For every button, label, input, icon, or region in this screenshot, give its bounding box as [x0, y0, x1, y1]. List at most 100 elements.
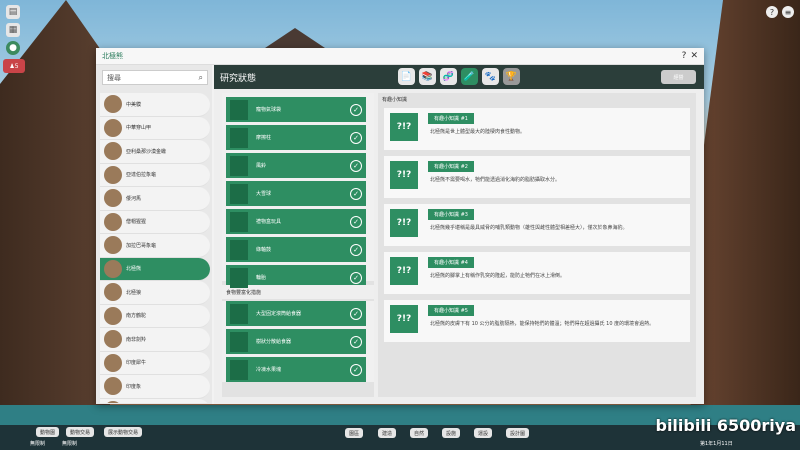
research-item[interactable]: 摩擦柱 ✓ [226, 125, 366, 150]
status-research: 無限制 [62, 441, 78, 447]
item-label: 大雪球 [256, 191, 272, 197]
check-icon: ✓ [350, 271, 362, 284]
help-button[interactable]: ? [682, 51, 687, 61]
check-icon: ✓ [350, 363, 362, 376]
item-thumbnail [230, 211, 248, 232]
animal-list-item[interactable]: 亞達伯拉象龜 [100, 163, 210, 187]
alert-icon[interactable]: ♟ 5 [3, 59, 25, 73]
zoo-button[interactable]: 動物園 [36, 427, 60, 437]
build-button[interactable]: 建造 [378, 428, 397, 438]
transport-button[interactable]: 運設 [474, 428, 493, 438]
animal-list-item[interactable]: 中美貘 [100, 93, 210, 117]
research-item[interactable]: 大型固定滾筒給食器 ✓ [226, 301, 366, 326]
category-tab-3[interactable]: 🧪 [461, 68, 478, 85]
animal-list-item[interactable]: 北極狼 [100, 281, 210, 305]
blueprint-button[interactable]: 設計圖 [506, 428, 530, 438]
category-tab-2[interactable]: 🧬 [440, 68, 457, 85]
park-button[interactable]: 園區 [345, 428, 364, 438]
check-icon: ✓ [350, 131, 362, 144]
manage-button[interactable]: 經營 [661, 70, 696, 84]
facility-button[interactable]: 設施 [442, 428, 461, 438]
research-item[interactable]: 寵物氣球袋 ✓ [226, 97, 366, 122]
left-hud: ▤ ▦ ● ♟ 5 [3, 2, 25, 77]
category-tab-0[interactable]: 📄 [398, 68, 415, 85]
animal-list-item[interactable]: 倭河馬 [100, 187, 210, 211]
trivia-column: 有趣小知識 ?!? 有趣小知識 #1 北極熊是世上體型最大的陸棲肉食性動物。?!? 有… [378, 93, 696, 397]
animal-list: 中美貘中華穿山甲 亞利桑那沙漠金蠍 亞達伯拉象龜 倭河馬僧帽猩猩加拉巴哥象龜北極熊北極… [98, 93, 210, 403]
research-header: 研究狀態 📄 📚 🧬 🧪 🐾 🏆 經營 [214, 65, 704, 89]
panel-title: 北極熊 [102, 52, 123, 60]
trivia-card: ?!? 有趣小知識 #4 北極熊的腳掌上有稱作乳突的隆起，能防止牠們在冰上滑倒。 [384, 252, 690, 294]
search-input[interactable]: 搜尋 ⌕ [102, 70, 208, 85]
trivia-badge-icon: ?!? [390, 113, 418, 141]
exhibit-trade-button[interactable]: 展示動物交易 [104, 427, 143, 437]
animal-name: 印度犀牛 [126, 360, 147, 367]
animal-list-item[interactable]: 北極熊 [100, 257, 210, 281]
research-item[interactable]: 大雪球 ✓ [226, 181, 366, 206]
trivia-heading: 有趣小知識 [382, 96, 408, 103]
category-tab-4[interactable]: 🐾 [482, 68, 499, 85]
trivia-badge-icon: ?!? [390, 209, 418, 237]
item-label: 輪胎 [256, 275, 267, 281]
animal-name: 南非劍羚 [126, 336, 147, 343]
animal-trade-button[interactable]: 動物交易 [66, 427, 95, 437]
trivia-title: 有趣小知識 #3 [428, 209, 474, 220]
animal-avatar [104, 259, 122, 278]
animal-list-item[interactable]: 中華穿山甲 [100, 116, 210, 140]
watermark: bilibili 6500riya [655, 416, 796, 435]
animal-name: 北極熊 [126, 266, 142, 273]
animal-list-item[interactable]: 南方鶴駝 [100, 304, 210, 328]
item-label: 寵物氣球袋 [256, 107, 282, 113]
research-item[interactable]: 禮物盒玩具 ✓ [226, 209, 366, 234]
check-icon: ✓ [350, 159, 362, 172]
check-icon: ✓ [350, 307, 362, 320]
research-item[interactable]: 風鈴 ✓ [226, 153, 366, 178]
trivia-list: ?!? 有趣小知識 #1 北極熊是世上體型最大的陸棲肉食性動物。?!? 有趣小知識 #… [378, 108, 696, 342]
animal-panel: 北極熊 ? ✕ 搜尋 ⌕ 中美貘中華穿山甲 亞利桑那沙漠金蠍 亞達伯拉象龜 倭河馬僧帽… [96, 48, 704, 404]
search-icon[interactable]: ⌕ [199, 73, 203, 83]
animal-avatar [104, 165, 122, 184]
animal-name: 中美貘 [126, 101, 142, 108]
animal-list-item[interactable]: 南非劍羚 [100, 328, 210, 352]
animal-list-item[interactable]: 印度象 [100, 375, 210, 399]
category-tab-1[interactable]: 📚 [419, 68, 436, 85]
item-thumbnail [230, 267, 248, 288]
alert-count: 5 [14, 62, 19, 70]
animal-list-item[interactable]: 印度犀牛 [100, 351, 210, 375]
animal-list-item[interactable]: 加拉巴哥象龜 [100, 234, 210, 258]
status-money: 無限制 [30, 441, 46, 447]
animal-list-item[interactable]: 叉角羚 [100, 398, 210, 403]
trivia-card: ?!? 有趣小知識 #5 北極熊的皮膚下有 10 公分的脂肪隔熱，能保持牠們的體溫；… [384, 300, 690, 342]
calendar-icon[interactable]: ▦ [6, 23, 20, 37]
item-thumbnail [230, 99, 248, 120]
close-button[interactable]: ✕ [690, 51, 698, 61]
category-tab-5[interactable]: 🏆 [503, 68, 520, 85]
animal-name: 僧帽猩猩 [126, 219, 147, 226]
menu-icon[interactable]: ≡ [782, 6, 794, 18]
check-icon: ✓ [350, 243, 362, 256]
toolbox-icon[interactable]: ▤ [6, 5, 20, 19]
trivia-description: 北極熊是世上體型最大的陸棲肉食性動物。 [430, 129, 526, 135]
item-thumbnail [230, 127, 248, 148]
category-tabs: 📄 📚 🧬 🧪 🐾 🏆 [398, 68, 520, 85]
research-item[interactable]: 冷凍水果塊 ✓ [226, 357, 366, 382]
item-label: 冷凍水果塊 [256, 367, 282, 373]
paw-icon[interactable]: ● [6, 41, 20, 55]
animal-list-item[interactable]: 亞利桑那沙漠金蠍 [100, 140, 210, 164]
item-label: 禮物盒玩具 [256, 219, 282, 225]
animal-list-item[interactable]: 僧帽猩猩 [100, 210, 210, 234]
trivia-badge-icon: ?!? [390, 161, 418, 189]
animal-avatar [104, 189, 122, 208]
animal-list-column: 搜尋 ⌕ 中美貘中華穿山甲 亞利桑那沙漠金蠍 亞達伯拉象龜 倭河馬僧帽猩猩加拉巴哥象龜… [96, 65, 212, 404]
animal-avatar [104, 330, 122, 349]
research-item[interactable]: 樹狀分散給食器 ✓ [226, 329, 366, 354]
trivia-title: 有趣小知識 #5 [428, 305, 474, 316]
animal-avatar [104, 118, 122, 137]
research-item[interactable]: 綠軸鼓 ✓ [226, 237, 366, 262]
trivia-title: 有趣小知識 #4 [428, 257, 474, 268]
item-thumbnail [230, 331, 248, 352]
help-icon[interactable]: ? [766, 6, 778, 18]
panel-titlebar: 北極熊 ? ✕ [96, 48, 704, 65]
nature-button[interactable]: 自然 [410, 428, 429, 438]
mountain-right [690, 0, 800, 420]
